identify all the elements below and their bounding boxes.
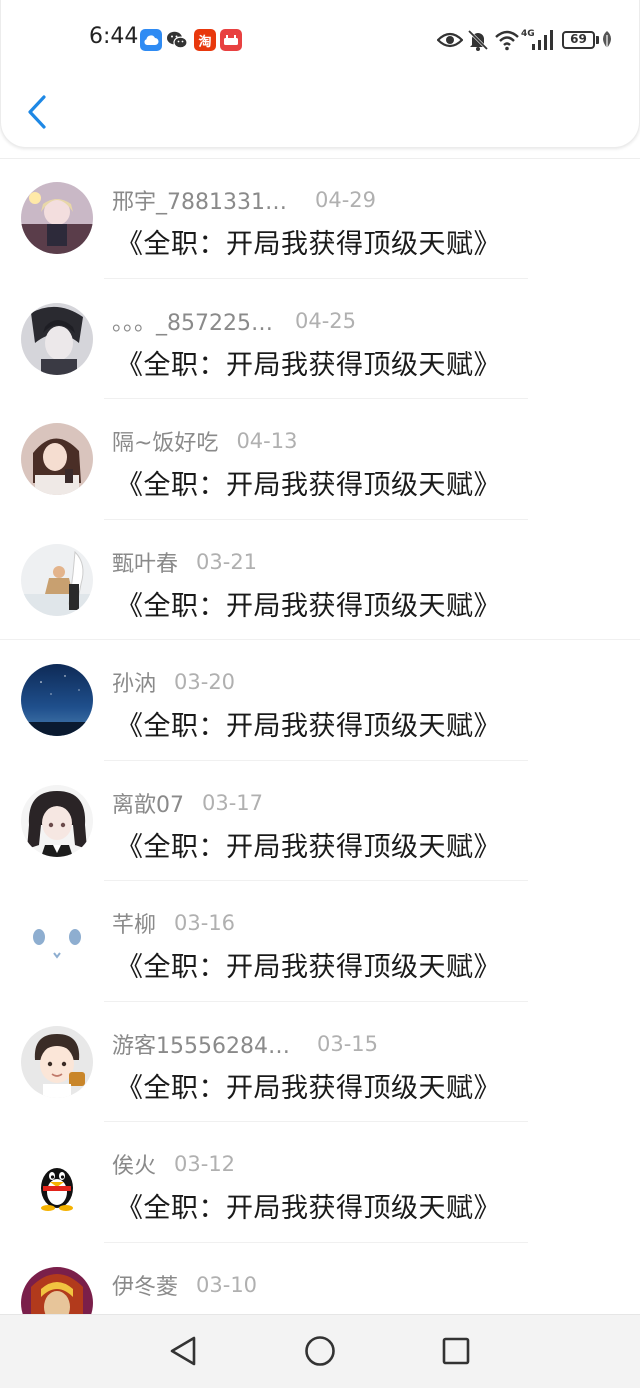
username[interactable]: 芊柳 — [112, 907, 156, 939]
date: 03-15 — [316, 1031, 379, 1056]
avatar[interactable] — [21, 423, 93, 495]
cloud-icon — [140, 29, 162, 51]
avatar[interactable] — [21, 302, 93, 375]
date: 03-17 — [202, 790, 264, 815]
home-circle-icon — [305, 1336, 335, 1366]
list-item[interactable]: 隔~饭好吃 04-13 《全职：开局我获得顶级天赋》 — [0, 399, 640, 520]
username[interactable]: 。。。_857225… — [112, 305, 273, 337]
avatar[interactable] — [21, 905, 93, 977]
eye-icon — [437, 26, 463, 54]
status-time: 6:44 — [89, 24, 139, 49]
comment-text: 《全职：开局我获得顶级天赋》 — [116, 229, 501, 260]
date: 03-10 — [196, 1272, 258, 1297]
date: 03-16 — [174, 911, 236, 935]
comment-text: 《全职：开局我获得顶级天赋》 — [116, 952, 501, 983]
username[interactable]: 甄叶春 — [112, 546, 178, 578]
battery-level: 69 — [570, 32, 587, 46]
bell-off-icon — [467, 26, 489, 54]
comment-text: 《全职：开局我获得顶级天赋》 — [116, 590, 501, 622]
avatar[interactable] — [21, 543, 93, 616]
system-nav-bar — [0, 1314, 640, 1388]
username[interactable]: 伊冬菱 — [112, 1269, 178, 1301]
username[interactable]: 俟火 — [112, 1148, 156, 1180]
wechat-icon — [166, 29, 188, 51]
username[interactable]: 邢宇_7881331… — [112, 184, 287, 216]
list-item[interactable]: 俟火 03-12 《全职：开局我获得顶级天赋》 — [0, 1122, 640, 1243]
taobao-icon: 淘 — [194, 29, 216, 51]
signal-icon — [531, 26, 555, 54]
back-triangle-icon — [170, 1336, 196, 1366]
avatar[interactable] — [21, 784, 93, 857]
nav-back-button[interactable] — [163, 1333, 203, 1369]
avatar[interactable] — [21, 182, 93, 254]
username[interactable]: 离歆07 — [112, 787, 184, 819]
comment-text: 《全职：开局我获得顶级天赋》 — [116, 711, 501, 742]
comment-text: 《全职：开局我获得顶级天赋》 — [116, 1193, 501, 1224]
avatar[interactable] — [21, 664, 93, 736]
comment-text: 《全职：开局我获得顶级天赋》 — [116, 470, 501, 501]
nav-recents-button[interactable] — [436, 1333, 476, 1369]
list-item[interactable]: 芊柳 03-16 《全职：开局我获得顶级天赋》 — [0, 881, 640, 1002]
comment-text: 《全职：开局我获得顶级天赋》 — [116, 1072, 501, 1104]
wifi-icon — [494, 26, 520, 54]
battery-icon: 69 — [562, 26, 599, 54]
comment-list: 邢宇_7881331… 04-29 《全职：开局我获得顶级天赋》 。。。_857… — [0, 158, 640, 1363]
date: 04-29 — [314, 188, 377, 212]
leaf-icon — [599, 26, 615, 54]
date: 04-13 — [236, 429, 298, 453]
comment-text: 《全职：开局我获得顶级天赋》 — [116, 831, 501, 863]
username[interactable]: 游客15556284… — [112, 1028, 290, 1060]
chevron-left-icon — [28, 95, 46, 129]
date: 03-20 — [174, 670, 236, 694]
list-item[interactable]: 离歆07 03-17 《全职：开局我获得顶级天赋》 — [0, 761, 640, 881]
list-item[interactable]: 。。。_857225… 04-25 《全职：开局我获得顶级天赋》 — [0, 279, 640, 399]
tmall-icon — [220, 29, 242, 51]
date: 03-12 — [174, 1152, 236, 1176]
date: 03-21 — [196, 549, 258, 574]
list-item[interactable]: 甄叶春 03-21 《全职：开局我获得顶级天赋》 — [0, 520, 640, 640]
avatar[interactable] — [21, 1025, 93, 1098]
top-bar: 6:44 淘 4G 69 — [0, 0, 640, 148]
avatar[interactable] — [21, 1146, 93, 1218]
list-item[interactable]: 孙汭 03-20 《全职：开局我获得顶级天赋》 — [0, 640, 640, 761]
username[interactable]: 隔~饭好吃 — [112, 425, 218, 457]
list-item[interactable]: 游客15556284… 03-15 《全职：开局我获得顶级天赋》 — [0, 1002, 640, 1122]
date: 04-25 — [294, 308, 357, 333]
list-item[interactable]: 邢宇_7881331… 04-29 《全职：开局我获得顶级天赋》 — [0, 158, 640, 279]
username[interactable]: 孙汭 — [112, 666, 156, 698]
recents-square-icon — [442, 1337, 470, 1365]
comment-text: 《全职：开局我获得顶级天赋》 — [116, 349, 501, 381]
nav-home-button[interactable] — [300, 1333, 340, 1369]
back-button[interactable] — [23, 92, 51, 132]
